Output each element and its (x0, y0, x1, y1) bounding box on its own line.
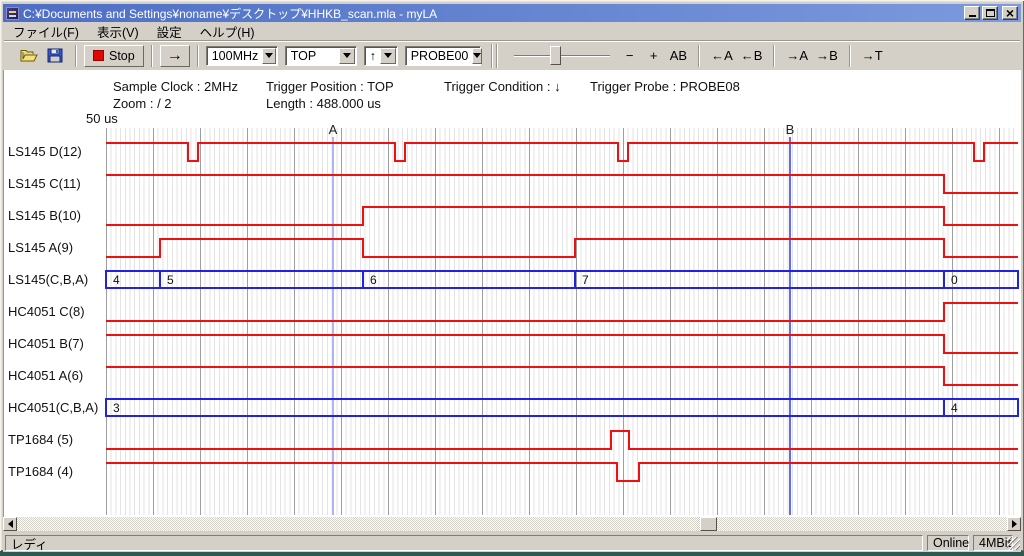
goto-cursor-b-left-button[interactable]: ←B (737, 45, 767, 67)
titlebar[interactable]: C:¥Documents and Settings¥noname¥デスクトップ¥… (3, 4, 1021, 22)
zoom-out-button[interactable]: − (618, 45, 642, 67)
signal-label: LS145(C,B,A) (8, 272, 88, 288)
toolbar: Stop → 100MHz TOP ↑ PROBE00 − + AB ←A ←B… (4, 42, 1020, 69)
horizontal-scrollbar[interactable] (3, 517, 1021, 531)
menubar: ファイル(F) 表示(V) 設定 ヘルプ(H) (4, 23, 1020, 40)
toolbar-separator (496, 44, 498, 68)
toolbar-separator (849, 45, 851, 67)
trigger-position-info: Trigger Position : TOP (266, 79, 394, 94)
floppy-disk-icon (47, 48, 63, 63)
stop-label: Stop (109, 49, 135, 63)
signal-label: LS145 B(10) (8, 208, 81, 224)
scroll-right-icon (1012, 520, 1017, 528)
signal-label: TP1684 (4) (8, 464, 73, 480)
scroll-right-button[interactable] (1007, 517, 1021, 531)
menu-settings[interactable]: 設定 (148, 21, 191, 42)
trigger-probe-info: Trigger Probe : PROBE08 (590, 79, 740, 94)
minimize-button[interactable] (964, 6, 980, 20)
scroll-left-button[interactable] (3, 517, 17, 531)
dropdown-arrow-icon[interactable] (472, 48, 482, 64)
length-info: Length : 488.000 us (266, 96, 381, 111)
open-file-button[interactable] (16, 44, 42, 68)
signal-label: LS145 C(11) (8, 176, 81, 192)
signal-label: LS145 A(9) (8, 240, 73, 256)
goto-trigger-button[interactable]: →T (858, 45, 887, 67)
close-icon (1006, 6, 1014, 21)
menu-help[interactable]: ヘルプ(H) (191, 21, 264, 42)
zoom-in-button[interactable]: + (642, 45, 666, 67)
stop-button[interactable]: Stop (84, 45, 144, 67)
save-button[interactable] (42, 44, 68, 68)
signal-label: HC4051 A(6) (8, 368, 83, 384)
statusbar: レディ Online 4MBit (3, 533, 1021, 552)
close-button[interactable] (1002, 6, 1018, 20)
maximize-icon (986, 9, 995, 17)
toolbar-separator (75, 45, 77, 67)
zoom-slider-thumb[interactable] (550, 46, 561, 65)
trigger-probe-select[interactable]: PROBE00 (405, 46, 481, 66)
zoom-slider-track[interactable] (514, 55, 610, 57)
signal-label: HC4051(C,B,A) (8, 400, 98, 416)
toolbar-separator (491, 44, 493, 68)
toolbar-separator (151, 45, 153, 67)
sample-clock-value: 100MHz (212, 49, 259, 63)
sample-clock-select[interactable]: 100MHz (206, 46, 278, 66)
signal-label: HC4051 B(7) (8, 336, 84, 352)
time-scale-label: 50 us (86, 111, 118, 126)
trigger-edge-select[interactable]: ↑ (364, 46, 398, 66)
waveform-plot[interactable] (106, 128, 1018, 515)
signal-label: HC4051 C(8) (8, 304, 85, 320)
maximize-button[interactable] (982, 6, 998, 20)
resize-grip[interactable] (1007, 537, 1020, 550)
dropdown-arrow-icon[interactable] (339, 48, 355, 64)
status-online: Online (927, 535, 969, 551)
ab-button[interactable]: AB (666, 45, 691, 67)
signal-label: TP1684 (5) (8, 432, 73, 448)
dropdown-arrow-icon[interactable] (380, 48, 396, 64)
status-ready: レディ (5, 535, 923, 551)
scroll-left-icon (8, 520, 13, 528)
trigger-position-value: TOP (291, 49, 335, 63)
menu-file[interactable]: ファイル(F) (4, 21, 88, 42)
goto-cursor-a-right-button[interactable]: →A (782, 45, 812, 67)
trigger-probe-value: PROBE00 (411, 49, 469, 63)
menu-view[interactable]: 表示(V) (88, 21, 148, 42)
trigger-condition-info: Trigger Condition : ↓ (444, 79, 561, 94)
toolbar-separator (698, 45, 700, 67)
sample-clock-info: Sample Clock : 2MHz (113, 79, 238, 94)
open-folder-icon (20, 48, 38, 63)
goto-cursor-b-right-button[interactable]: →B (812, 45, 842, 67)
zoom-info: Zoom : / 2 (113, 96, 172, 111)
trigger-edge-value: ↑ (370, 49, 376, 63)
minimize-icon (969, 15, 976, 17)
toolbar-separator (197, 45, 199, 67)
run-button[interactable]: → (160, 45, 190, 67)
trigger-position-select[interactable]: TOP (285, 46, 357, 66)
window-title: C:¥Documents and Settings¥noname¥デスクトップ¥… (23, 5, 964, 22)
zoom-slider[interactable] (512, 44, 612, 68)
app-icon (6, 7, 19, 20)
scrollbar-thumb[interactable] (700, 517, 717, 531)
goto-cursor-a-left-button[interactable]: ←A (707, 45, 737, 67)
signal-label: LS145 D(12) (8, 144, 82, 160)
stop-square-icon (93, 50, 104, 61)
toolbar-separator (773, 45, 775, 67)
dropdown-arrow-icon[interactable] (262, 48, 275, 64)
